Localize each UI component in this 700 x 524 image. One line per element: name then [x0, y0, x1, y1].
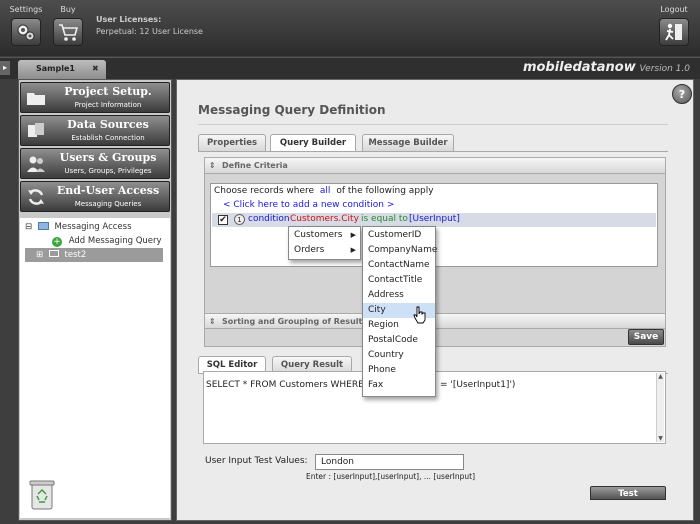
menu-item-field[interactable]: Country: [363, 348, 435, 363]
add-icon: +: [52, 237, 62, 247]
menu-item-label: Orders: [294, 245, 325, 255]
database-icon: [28, 123, 44, 137]
cart-icon: [53, 18, 83, 46]
logout-label: Logout: [660, 5, 688, 14]
logout-button[interactable]: Logout: [656, 5, 692, 46]
choose-records-line: Choose records where all of the followin…: [214, 186, 434, 196]
brand-version: Version 1.0: [639, 64, 690, 74]
sql-text-left: SELECT * FROM Customers WHERE (: [206, 380, 371, 390]
tab-query-builder[interactable]: Query Builder: [270, 134, 356, 151]
condition-field[interactable]: Customers.City: [290, 214, 359, 224]
title-divider: [198, 124, 668, 125]
test-button[interactable]: Test: [590, 486, 666, 500]
test-values-input[interactable]: London: [315, 454, 464, 470]
message-icon: [48, 250, 59, 257]
help-button[interactable]: ?: [672, 84, 692, 104]
nav-users-groups[interactable]: Users & Groups Users, Groups, Privileges: [20, 148, 170, 179]
tree-root-label: Messaging Access: [54, 222, 132, 232]
menu-item-field[interactable]: ContactTitle: [363, 273, 435, 288]
criteria-header-label: Define Criteria: [222, 161, 288, 170]
hand-cursor-icon: [413, 306, 426, 324]
gear-icon: [11, 18, 41, 46]
close-icon[interactable]: ✖: [92, 64, 99, 73]
brand-logo: mobiledatanow Version 1.0: [523, 60, 690, 75]
nav-data-sources[interactable]: Data Sources Establish Connection: [20, 115, 170, 146]
collapse-section-icon[interactable]: ⇕: [209, 158, 216, 173]
tree-item-test2[interactable]: ⊞ test2: [25, 248, 163, 262]
tab-baseline: [198, 151, 668, 152]
menu-item-field[interactable]: PostalCode: [363, 333, 435, 348]
test-values-label: User Input Test Values:: [205, 456, 308, 466]
tab-properties[interactable]: Properties: [198, 134, 266, 151]
menu-item-field[interactable]: Fax: [363, 378, 435, 393]
tree-item-label: test2: [64, 250, 87, 260]
menu-item-field[interactable]: ContactName: [363, 258, 435, 273]
settings-button[interactable]: Settings: [8, 5, 44, 46]
match-all-link[interactable]: all: [320, 186, 331, 196]
page-title: Messaging Query Definition: [198, 103, 386, 117]
save-button[interactable]: Save: [628, 329, 664, 345]
condition-operator[interactable]: is equal to: [361, 214, 408, 224]
menu-item-label: Customers: [294, 230, 343, 240]
menu-item-field[interactable]: Address: [363, 288, 435, 303]
criteria-header[interactable]: ⇕ Define Criteria: [205, 158, 665, 174]
licenses-title: User Licenses:: [96, 15, 162, 24]
nav-subtitle: Establish Connection: [71, 134, 145, 142]
condition-number: 1: [234, 214, 245, 225]
tree-expand-icon[interactable]: ⊟: [25, 222, 32, 232]
choose-prefix: Choose records where: [214, 186, 315, 196]
choose-suffix: of the following apply: [336, 186, 434, 196]
nav-subtitle: Users, Groups, Privileges: [64, 167, 152, 175]
tab-label: Sample1: [36, 64, 75, 73]
sql-text-right: = '[UserInput1]'): [440, 380, 516, 390]
licenses-value: Perpetual: 12 User License: [96, 27, 203, 36]
tab-sample1[interactable]: Sample1 ✖: [18, 60, 106, 79]
brand-name: mobiledatanow: [522, 60, 636, 75]
test-values-hint: Enter : [userInput],[userInput], ... [us…: [306, 472, 476, 481]
nav-end-user-access[interactable]: End-User Access Messaging Queries: [20, 181, 170, 212]
tab-message-builder[interactable]: Message Builder: [362, 134, 454, 151]
menu-item-customers[interactable]: Customers ▶: [289, 228, 360, 243]
recycle-bin-icon[interactable]: [29, 478, 55, 510]
scroll-down-icon[interactable]: ▼: [657, 435, 664, 442]
condition-row[interactable]: ✔ 1 condition Customers.City is equal to…: [212, 213, 656, 227]
menu-item-field[interactable]: CustomerID: [363, 228, 435, 243]
menu-item-field[interactable]: CompanyName: [363, 243, 437, 258]
submenu-arrow-icon: ▶: [350, 231, 356, 239]
tree-add-query-label: Add Messaging Query: [68, 236, 162, 246]
nav-title: Users & Groups: [59, 151, 157, 164]
tree-root[interactable]: ⊟ Messaging Access: [25, 222, 132, 232]
users-icon: [27, 156, 45, 172]
tree-add-query[interactable]: + Add Messaging Query: [52, 236, 162, 247]
buy-label: Buy: [60, 5, 76, 14]
sorting-header-label: Sorting and Grouping of Results: [222, 317, 368, 326]
messaging-icon: [37, 222, 49, 230]
sql-scrollbar[interactable]: ▲ ▼: [656, 373, 664, 442]
nav-subtitle: Messaging Queries: [74, 200, 142, 208]
messaging-tree: [20, 218, 170, 518]
condition-value[interactable]: [UserInput]: [409, 214, 460, 224]
table-menu: Customers ▶ Orders ▶: [288, 226, 361, 260]
tree-collapse-icon[interactable]: ⊞: [36, 250, 43, 260]
add-condition-link[interactable]: < Click here to add a new condition >: [223, 200, 394, 210]
nav-subtitle: Project Information: [74, 101, 142, 109]
scroll-up-icon[interactable]: ▲: [657, 373, 664, 380]
folder-icon: [27, 93, 45, 105]
nav-title: Data Sources: [67, 118, 149, 131]
condition-keyword: condition: [248, 214, 290, 224]
exit-icon: [659, 18, 689, 46]
settings-label: Settings: [9, 5, 43, 14]
menu-item-field[interactable]: Phone: [363, 363, 435, 378]
refresh-icon: [28, 189, 44, 205]
condition-checkbox[interactable]: ✔: [218, 215, 228, 225]
nav-title: Project Setup.: [64, 85, 152, 98]
collapse-arrow-icon[interactable]: ▸: [0, 61, 10, 75]
nav-title: End-User Access: [56, 184, 160, 197]
nav-project-setup[interactable]: Project Setup. Project Information: [20, 82, 170, 113]
buy-button[interactable]: Buy: [50, 5, 86, 46]
expand-section-icon[interactable]: ⇕: [209, 314, 216, 329]
menu-item-orders[interactable]: Orders ▶: [289, 243, 360, 258]
submenu-arrow-icon: ▶: [350, 246, 356, 254]
